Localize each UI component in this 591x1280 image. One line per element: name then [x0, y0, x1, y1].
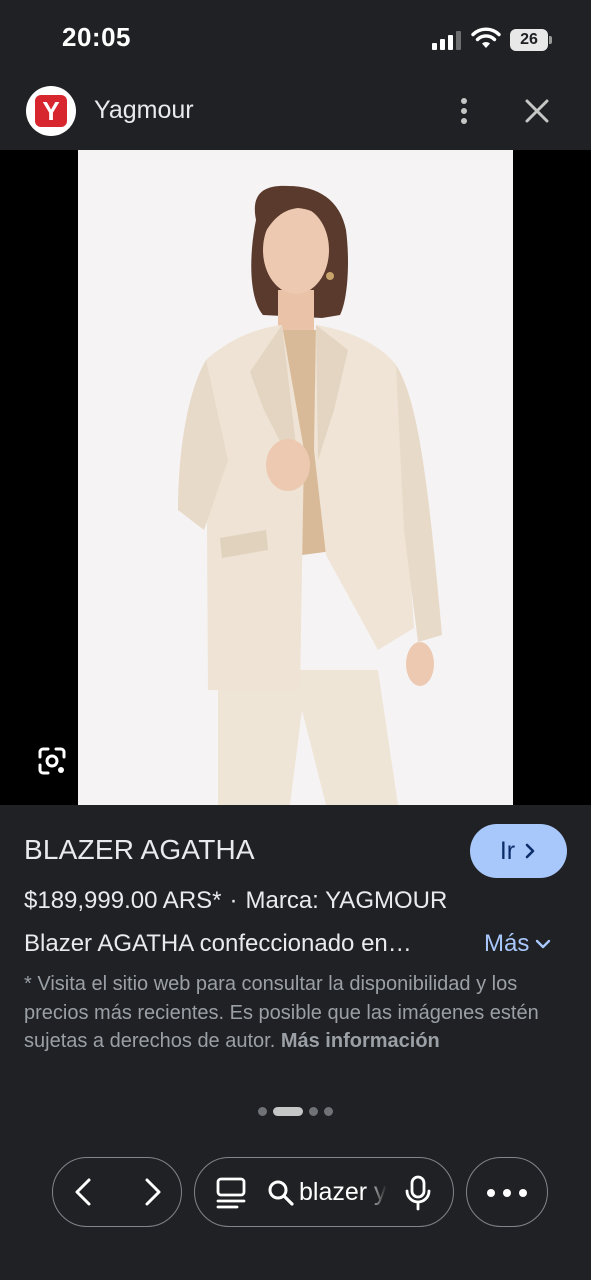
battery-level: 26 [510, 29, 548, 51]
back-arrow-icon[interactable] [67, 1175, 101, 1209]
forward-arrow-icon[interactable] [135, 1175, 169, 1209]
site-logo-letter: Y [35, 95, 67, 127]
product-title: BLAZER AGATHA [24, 834, 255, 865]
status-time: 20:05 [62, 22, 131, 52]
mic-icon[interactable] [403, 1175, 433, 1211]
product-image[interactable] [78, 150, 513, 805]
product-brand: Marca: YAGMOUR [245, 887, 448, 914]
page: 20:05 26 Y Yagmour BLAZER AGATHA Ir $189… [0, 0, 591, 1280]
search-icon [268, 1180, 294, 1206]
more-options-icon[interactable] [449, 93, 479, 129]
chevron-right-icon [525, 843, 535, 859]
close-icon[interactable] [520, 94, 554, 128]
battery-icon: 26 [510, 29, 552, 51]
search-bar[interactable]: blazer yagmour [194, 1157, 454, 1227]
visit-site-label: Ir [499, 836, 516, 865]
chevron-down-icon [536, 939, 551, 949]
site-name[interactable]: Yagmour [94, 96, 194, 125]
signal-icon [432, 30, 462, 50]
site-logo[interactable]: Y [26, 86, 76, 136]
pager-dot-active[interactable] [273, 1106, 303, 1116]
status-bar: 20:05 26 [0, 0, 591, 80]
more-menu-button[interactable] [466, 1157, 548, 1227]
visit-site-button[interactable]: Ir [470, 824, 567, 878]
more-description-link[interactable]: Más [484, 930, 551, 958]
search-query[interactable]: blazer yagmour [299, 1178, 387, 1207]
image-viewer [0, 150, 591, 805]
lens-icon[interactable] [26, 735, 78, 787]
image-pager [258, 1106, 333, 1116]
navigation-pill [52, 1157, 182, 1227]
disclaimer: * Visita el sitio web para consultar la … [24, 970, 564, 1056]
pager-dot[interactable] [324, 1106, 333, 1116]
viewer-header: Y Yagmour [0, 80, 591, 150]
pager-dot[interactable] [258, 1106, 267, 1116]
product-photo [78, 150, 513, 805]
product-description: Blazer AGATHA confeccionado en… [24, 930, 412, 957]
more-info-link[interactable]: Más información [281, 1030, 440, 1052]
price-row: $189,999.00 ARS* · Marca: YAGMOUR [24, 887, 447, 915]
wifi-icon [471, 27, 501, 48]
pager-dot[interactable] [309, 1106, 318, 1116]
more-description-label: Más [484, 930, 530, 957]
price-separator: · [229, 887, 238, 914]
product-price: $189,999.00 ARS* [24, 887, 222, 914]
tabs-icon[interactable] [215, 1176, 247, 1210]
